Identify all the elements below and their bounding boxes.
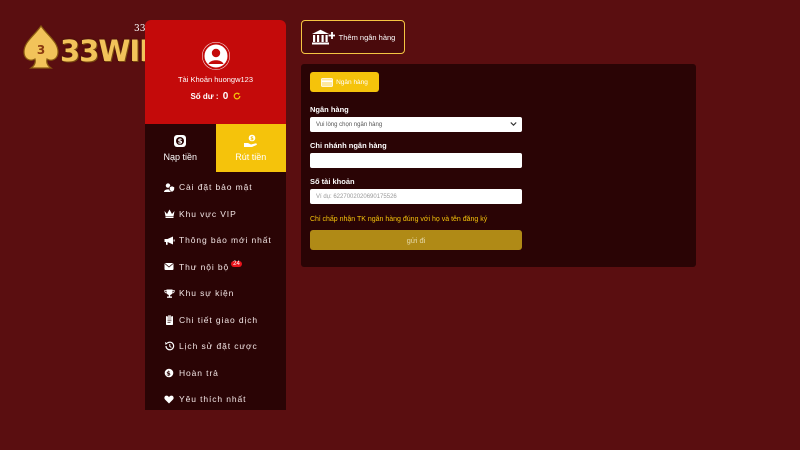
menu-item-label: Hoàn trả [179, 367, 219, 378]
menu-item-favorites[interactable]: Yêu thích nhất [145, 386, 286, 413]
submit-button[interactable]: gửi đi [310, 230, 522, 250]
unread-badge: 24 [231, 260, 242, 267]
svg-text:3: 3 [37, 43, 45, 57]
account-name-note: Chỉ chấp nhận TK ngân hàng đúng với họ v… [310, 216, 488, 223]
crown-icon [164, 209, 176, 219]
account-number-input[interactable]: Ví dụ: 6227002020690175526 [310, 189, 522, 204]
menu-item-bet-history[interactable]: Lịch sử đặt cược [145, 333, 286, 360]
withdraw-icon: $ [243, 134, 257, 147]
bank-tab-label: Ngân hàng [336, 78, 368, 86]
wallet-tabs: $ Nạp tiền $ Rút tiền [145, 124, 286, 172]
card-icon [321, 77, 333, 87]
tab-withdraw-label: Rút tiền [235, 152, 267, 162]
menu-item-transactions[interactable]: Chi tiết giao dịch [145, 307, 286, 334]
clipboard-icon [164, 314, 176, 325]
menu-item-label: Thư nội bộ [179, 261, 230, 272]
add-bank-label: Thêm ngân hàng [338, 32, 396, 42]
balance-row: Số dư : 0 [145, 91, 286, 102]
bank-select[interactable]: Vui lòng chọn ngân hàng [310, 117, 522, 132]
branch-input[interactable] [310, 153, 522, 168]
menu-item-announcements[interactable]: Thông báo mới nhất [145, 227, 286, 254]
menu-item-inbox[interactable]: Thư nội bộ 24 [145, 254, 286, 281]
spade-icon: 3 [23, 24, 59, 69]
bank-form-panel: Ngân hàng Ngân hàng Vui lòng chọn ngân h… [301, 64, 696, 267]
svg-text:$: $ [178, 138, 183, 146]
history-icon [164, 341, 176, 351]
chevron-down-icon [510, 122, 517, 127]
menu-item-label: Thông báo mới nhất [179, 235, 272, 246]
user-icon [202, 42, 230, 70]
menu-item-label: Lịch sử đặt cược [179, 341, 258, 352]
tab-deposit-label: Nạp tiền [163, 152, 198, 162]
bank-select-placeholder: Vui lòng chọn ngân hàng [316, 121, 383, 128]
add-bank-button[interactable]: Thêm ngân hàng [301, 20, 405, 54]
menu-item-events[interactable]: Khu sự kiện [145, 280, 286, 307]
avatar[interactable] [202, 42, 230, 70]
menu-item-label: Khu sự kiện [179, 288, 235, 299]
bank-tab[interactable]: Ngân hàng [310, 72, 379, 92]
megaphone-icon [164, 235, 176, 245]
heart-icon [164, 394, 176, 404]
username-label: Tài Khoản huongw123 [177, 75, 254, 84]
svg-text:$: $ [250, 136, 254, 142]
user-shield-icon [164, 182, 176, 192]
balance-value: 0 [222, 91, 229, 102]
svg-text:$: $ [166, 369, 171, 377]
account-menu: Cài đặt bảo mật Khu vực VIP Thông báo mớ… [145, 172, 286, 410]
refresh-icon[interactable] [233, 92, 241, 100]
menu-item-rebate[interactable]: $ Hoàn trả [145, 360, 286, 387]
bank-add-icon [311, 29, 335, 45]
trophy-icon [164, 288, 176, 298]
account-field-label: Số tài khoản [310, 177, 355, 186]
menu-item-label: Chi tiết giao dịch [179, 314, 259, 325]
tab-withdraw[interactable]: $ Rút tiền [215, 124, 286, 172]
dollar-circle-icon: $ [164, 368, 176, 378]
profile-card: Tài Khoản huongw123 Số dư : 0 [145, 20, 286, 124]
tab-deposit[interactable]: $ Nạp tiền [145, 124, 216, 172]
dollar-icon: $ [174, 135, 187, 147]
menu-item-label: Khu vực VIP [179, 208, 237, 219]
menu-item-label: Yêu thích nhất [179, 394, 247, 405]
menu-item-security[interactable]: Cài đặt bảo mật [145, 174, 286, 201]
branch-field-label: Chi nhánh ngân hàng [310, 141, 387, 150]
envelope-icon [164, 262, 176, 272]
bank-select-label: Ngân hàng [310, 105, 349, 114]
menu-item-vip[interactable]: Khu vực VIP [145, 201, 286, 228]
menu-item-label: Cài đặt bảo mật [179, 182, 253, 193]
balance-label: Số dư : [190, 92, 219, 101]
